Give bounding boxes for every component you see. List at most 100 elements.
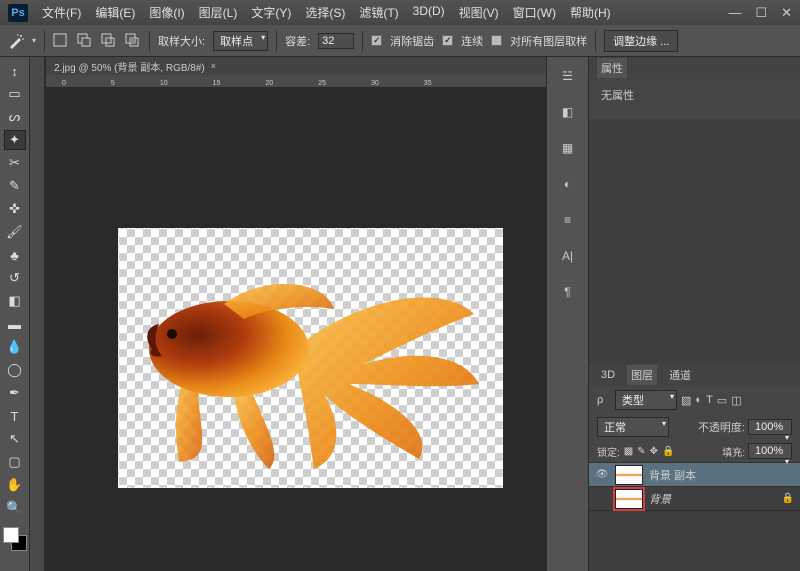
move-tool-icon[interactable]: ↕ bbox=[4, 61, 26, 81]
filter-pixel-icon[interactable]: ▧ bbox=[681, 394, 691, 407]
sample-all-layers-checkbox[interactable] bbox=[491, 35, 502, 46]
document-canvas[interactable] bbox=[118, 228, 503, 488]
filter-shape-icon[interactable]: ▭ bbox=[717, 394, 727, 407]
close-icon[interactable]: ✕ bbox=[781, 5, 792, 21]
path-selection-tool-icon[interactable]: ↖ bbox=[4, 429, 26, 449]
zoom-tool-icon[interactable]: 🔍 bbox=[4, 498, 26, 518]
character-panel-icon[interactable]: A| bbox=[557, 245, 579, 267]
fill-input[interactable]: 100% bbox=[748, 443, 792, 459]
tab-layers[interactable]: 图层 bbox=[627, 365, 657, 385]
history-brush-tool-icon[interactable]: ↺ bbox=[4, 268, 26, 288]
minimize-icon[interactable]: — bbox=[728, 5, 741, 21]
pen-tool-icon[interactable]: ✒ bbox=[4, 383, 26, 403]
healing-brush-tool-icon[interactable]: ✜ bbox=[4, 199, 26, 219]
eyedropper-tool-icon[interactable]: ✎ bbox=[4, 176, 26, 196]
visibility-toggle-icon[interactable]: 👁 bbox=[595, 468, 609, 482]
blend-mode-dropdown[interactable]: 正常 bbox=[597, 417, 669, 437]
styles-panel-icon[interactable]: ≡ bbox=[557, 209, 579, 231]
panel-column: 属性 无属性 3D 图层 通道 ρ 类型 ▧ ◐ T ▭ ◫ bbox=[588, 57, 800, 571]
kind-filter-icon[interactable]: ρ bbox=[597, 394, 611, 406]
lock-transparency-icon[interactable]: ▩ bbox=[624, 446, 633, 457]
swatches-panel-icon[interactable]: ▦ bbox=[557, 137, 579, 159]
maximize-icon[interactable]: ☐ bbox=[755, 5, 767, 21]
layer-name[interactable]: 背景 副本 bbox=[649, 467, 696, 483]
eraser-tool-icon[interactable]: ◧ bbox=[4, 291, 26, 311]
window-controls: — ☐ ✕ bbox=[728, 5, 792, 21]
menubar: 文件(F) 编辑(E) 图像(I) 图层(L) 文字(Y) 选择(S) 滤镜(T… bbox=[38, 2, 728, 23]
gradient-tool-icon[interactable]: ▬ bbox=[4, 314, 26, 334]
contiguous-checkbox[interactable] bbox=[442, 35, 453, 46]
tolerance-input[interactable] bbox=[318, 33, 354, 49]
magic-wand-tool-icon[interactable] bbox=[8, 33, 24, 49]
menu-filter[interactable]: 滤镜(T) bbox=[355, 2, 402, 23]
hand-tool-icon[interactable]: ✋ bbox=[4, 475, 26, 495]
history-panel-icon[interactable]: ☱ bbox=[557, 65, 579, 87]
menu-type[interactable]: 文字(Y) bbox=[247, 2, 295, 23]
tolerance-label: 容差: bbox=[285, 33, 310, 49]
filter-smart-icon[interactable]: ◫ bbox=[731, 394, 741, 407]
antialias-checkbox[interactable] bbox=[371, 35, 382, 46]
brush-tool-icon[interactable]: 🖌 bbox=[4, 222, 26, 242]
divider bbox=[595, 31, 596, 51]
opacity-input[interactable]: 100% bbox=[748, 419, 792, 435]
kind-filter-dropdown[interactable]: 类型 bbox=[615, 390, 677, 410]
layers-panel: 3D 图层 通道 ρ 类型 ▧ ◐ T ▭ ◫ 正常 不透明度: 100% bbox=[589, 364, 800, 571]
adjustments-panel-icon[interactable]: ◐ bbox=[557, 173, 579, 195]
foreground-color-swatch[interactable] bbox=[3, 527, 19, 543]
lasso-tool-icon[interactable]: ᔕ bbox=[4, 107, 26, 127]
crop-tool-icon[interactable]: ✂ bbox=[4, 153, 26, 173]
lock-brush-icon[interactable]: ✎ bbox=[637, 446, 645, 457]
menu-layer[interactable]: 图层(L) bbox=[195, 2, 242, 23]
menu-file[interactable]: 文件(F) bbox=[38, 2, 85, 23]
lock-row: 锁定: ▩ ✎ ✥ 🔒 填充: 100% bbox=[589, 440, 800, 463]
layer-filter-row: ρ 类型 ▧ ◐ T ▭ ◫ bbox=[589, 386, 800, 414]
menu-window[interactable]: 窗口(W) bbox=[509, 2, 560, 23]
layer-row[interactable]: 背景 🔒 bbox=[589, 487, 800, 511]
blur-tool-icon[interactable]: 💧 bbox=[4, 337, 26, 357]
selection-intersect-icon[interactable] bbox=[125, 33, 141, 49]
clone-stamp-tool-icon[interactable]: ♣ bbox=[4, 245, 26, 265]
sample-size-dropdown[interactable]: 取样点 bbox=[213, 31, 268, 51]
tab-3d[interactable]: 3D bbox=[597, 367, 619, 383]
antialias-label: 消除锯齿 bbox=[390, 33, 434, 49]
type-tool-icon[interactable]: T bbox=[4, 406, 26, 426]
document-tab[interactable]: 2.jpg @ 50% (背景 副本, RGB/8#) × bbox=[46, 57, 546, 75]
layer-thumbnail[interactable] bbox=[615, 465, 643, 485]
color-panel-icon[interactable]: ◧ bbox=[557, 101, 579, 123]
divider bbox=[44, 31, 45, 51]
properties-tab[interactable]: 属性 bbox=[597, 58, 627, 78]
menu-view[interactable]: 视图(V) bbox=[455, 2, 503, 23]
selection-add-icon[interactable] bbox=[77, 33, 93, 49]
filter-adjust-icon[interactable]: ◐ bbox=[695, 394, 702, 406]
app-logo: Ps bbox=[8, 4, 28, 22]
tab-channels[interactable]: 通道 bbox=[665, 365, 695, 385]
menu-3d[interactable]: 3D(D) bbox=[409, 2, 449, 23]
layer-row[interactable]: 👁 背景 副本 bbox=[589, 463, 800, 487]
visibility-toggle-icon[interactable] bbox=[595, 492, 609, 506]
sample-all-layers-label: 对所有图层取样 bbox=[510, 33, 587, 49]
canvas-area: 2.jpg @ 50% (背景 副本, RGB/8#) × 0 5 10 15 … bbox=[46, 57, 546, 571]
chevron-down-icon[interactable]: ▾ bbox=[32, 36, 36, 45]
refine-edge-button[interactable]: 调整边缘 ... bbox=[604, 30, 678, 52]
paragraph-panel-icon[interactable]: ¶ bbox=[557, 281, 579, 303]
layer-thumbnail[interactable] bbox=[615, 489, 643, 509]
blend-mode-row: 正常 不透明度: 100% bbox=[589, 414, 800, 440]
lock-all-icon[interactable]: 🔒 bbox=[662, 446, 674, 457]
magic-wand-tool-icon[interactable]: ✦ bbox=[4, 130, 26, 150]
filter-type-icon[interactable]: T bbox=[706, 394, 713, 406]
opacity-label: 不透明度: bbox=[698, 419, 745, 435]
menu-edit[interactable]: 编辑(E) bbox=[91, 2, 139, 23]
color-swatches[interactable] bbox=[3, 527, 27, 551]
menu-help[interactable]: 帮助(H) bbox=[566, 2, 615, 23]
rectangle-tool-icon[interactable]: ▢ bbox=[4, 452, 26, 472]
selection-new-icon[interactable] bbox=[53, 33, 69, 49]
layer-name[interactable]: 背景 bbox=[649, 491, 671, 507]
dodge-tool-icon[interactable]: ◯ bbox=[4, 360, 26, 380]
menu-select[interactable]: 选择(S) bbox=[301, 2, 349, 23]
selection-subtract-icon[interactable] bbox=[101, 33, 117, 49]
lock-position-icon[interactable]: ✥ bbox=[650, 446, 658, 457]
marquee-tool-icon[interactable]: ▭ bbox=[4, 84, 26, 104]
menu-image[interactable]: 图像(I) bbox=[145, 2, 188, 23]
close-tab-icon[interactable]: × bbox=[211, 61, 216, 71]
goldfish-image bbox=[134, 254, 484, 474]
